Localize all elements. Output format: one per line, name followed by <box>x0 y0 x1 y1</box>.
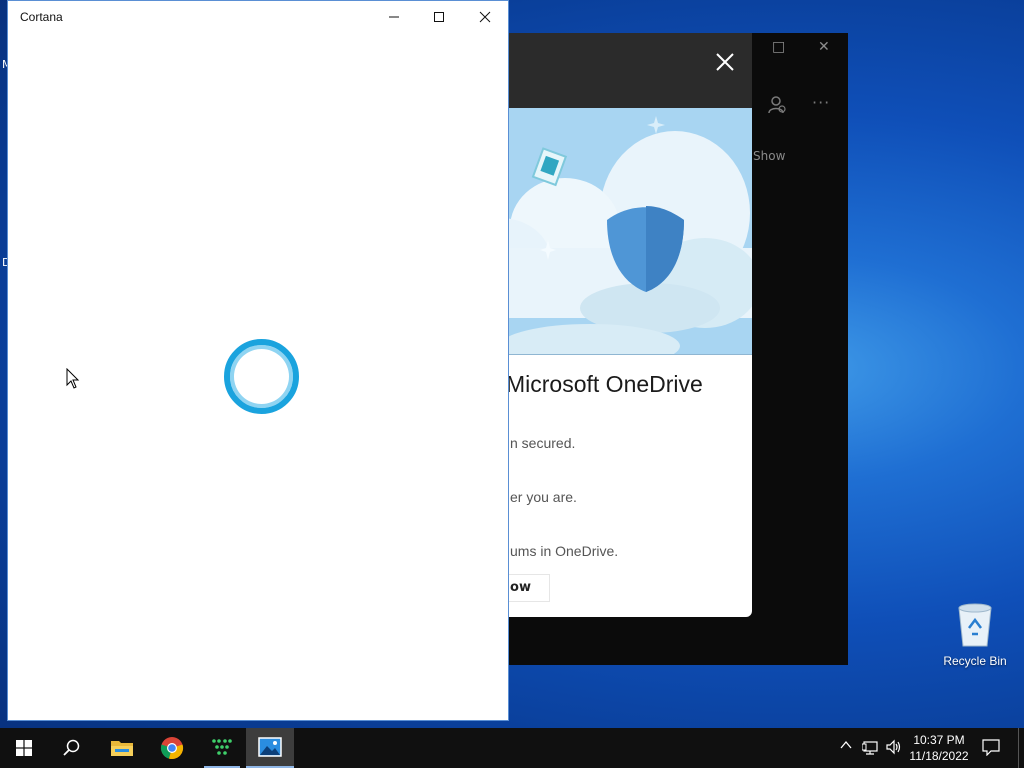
close-icon[interactable]: ✕ <box>818 39 830 55</box>
maximize-button[interactable] <box>416 1 462 33</box>
maximize-icon <box>434 12 444 22</box>
dialog-text-line: ums in OneDrive. <box>510 543 619 559</box>
dialog-title: Microsoft OneDrive <box>506 371 703 397</box>
maximize-icon[interactable]: □ <box>772 39 785 55</box>
recycle-bin-icon <box>958 603 992 647</box>
start-button[interactable] <box>0 728 48 768</box>
search-icon <box>63 739 80 756</box>
recycle-bin[interactable]: Recycle Bin <box>938 602 1012 668</box>
minimize-icon <box>389 16 399 18</box>
photos-app-icon <box>258 737 282 757</box>
close-button[interactable] <box>462 1 508 33</box>
windows-logo-icon <box>16 740 32 756</box>
clock-time: 10:37 PM <box>913 733 965 747</box>
taskbar: 10:37 PM 11/18/2022 <box>0 728 1024 768</box>
clock-date: 11/18/2022 <box>909 749 969 763</box>
more-options-icon[interactable]: ··· <box>812 93 830 112</box>
taskbar-photos[interactable] <box>246 728 294 768</box>
chrome-icon <box>160 737 184 760</box>
mouse-cursor-icon <box>66 368 80 389</box>
show-hidden-icons-chevron-icon[interactable] <box>840 739 852 755</box>
minimize-button[interactable] <box>371 1 417 33</box>
window-title: Cortana <box>20 10 63 24</box>
cortana-ring-icon <box>224 339 299 414</box>
folder-icon <box>111 741 133 756</box>
volume-icon[interactable] <box>885 739 903 759</box>
taskbar-chrome[interactable] <box>148 728 196 768</box>
recycle-bin-label: Recycle Bin <box>943 654 1007 668</box>
dot-grid-app-icon <box>212 739 232 755</box>
onedrive-dialog: Microsoft OneDrive n secured. er you are… <box>470 33 752 617</box>
taskbar-file-explorer[interactable] <box>98 728 146 768</box>
dialog-text-line: er you are. <box>510 489 577 505</box>
notification-center-icon[interactable] <box>982 738 1000 760</box>
taskbar-dotted-app[interactable] <box>198 728 246 768</box>
dialog-text-line: n secured. <box>510 435 576 451</box>
close-icon <box>479 11 491 23</box>
dialog-header <box>470 33 752 108</box>
network-icon[interactable] <box>861 740 880 760</box>
search-button[interactable] <box>48 728 96 768</box>
divider <box>470 354 752 355</box>
show-desktop-button[interactable] <box>1018 728 1019 768</box>
close-icon[interactable] <box>714 51 736 73</box>
onedrive-security-illustration <box>470 108 752 354</box>
cortana-window[interactable]: Cortana <box>7 0 509 721</box>
people-icon[interactable] <box>768 95 786 115</box>
show-label: Show <box>753 149 786 163</box>
taskbar-clock[interactable]: 10:37 PM 11/18/2022 <box>904 732 974 764</box>
